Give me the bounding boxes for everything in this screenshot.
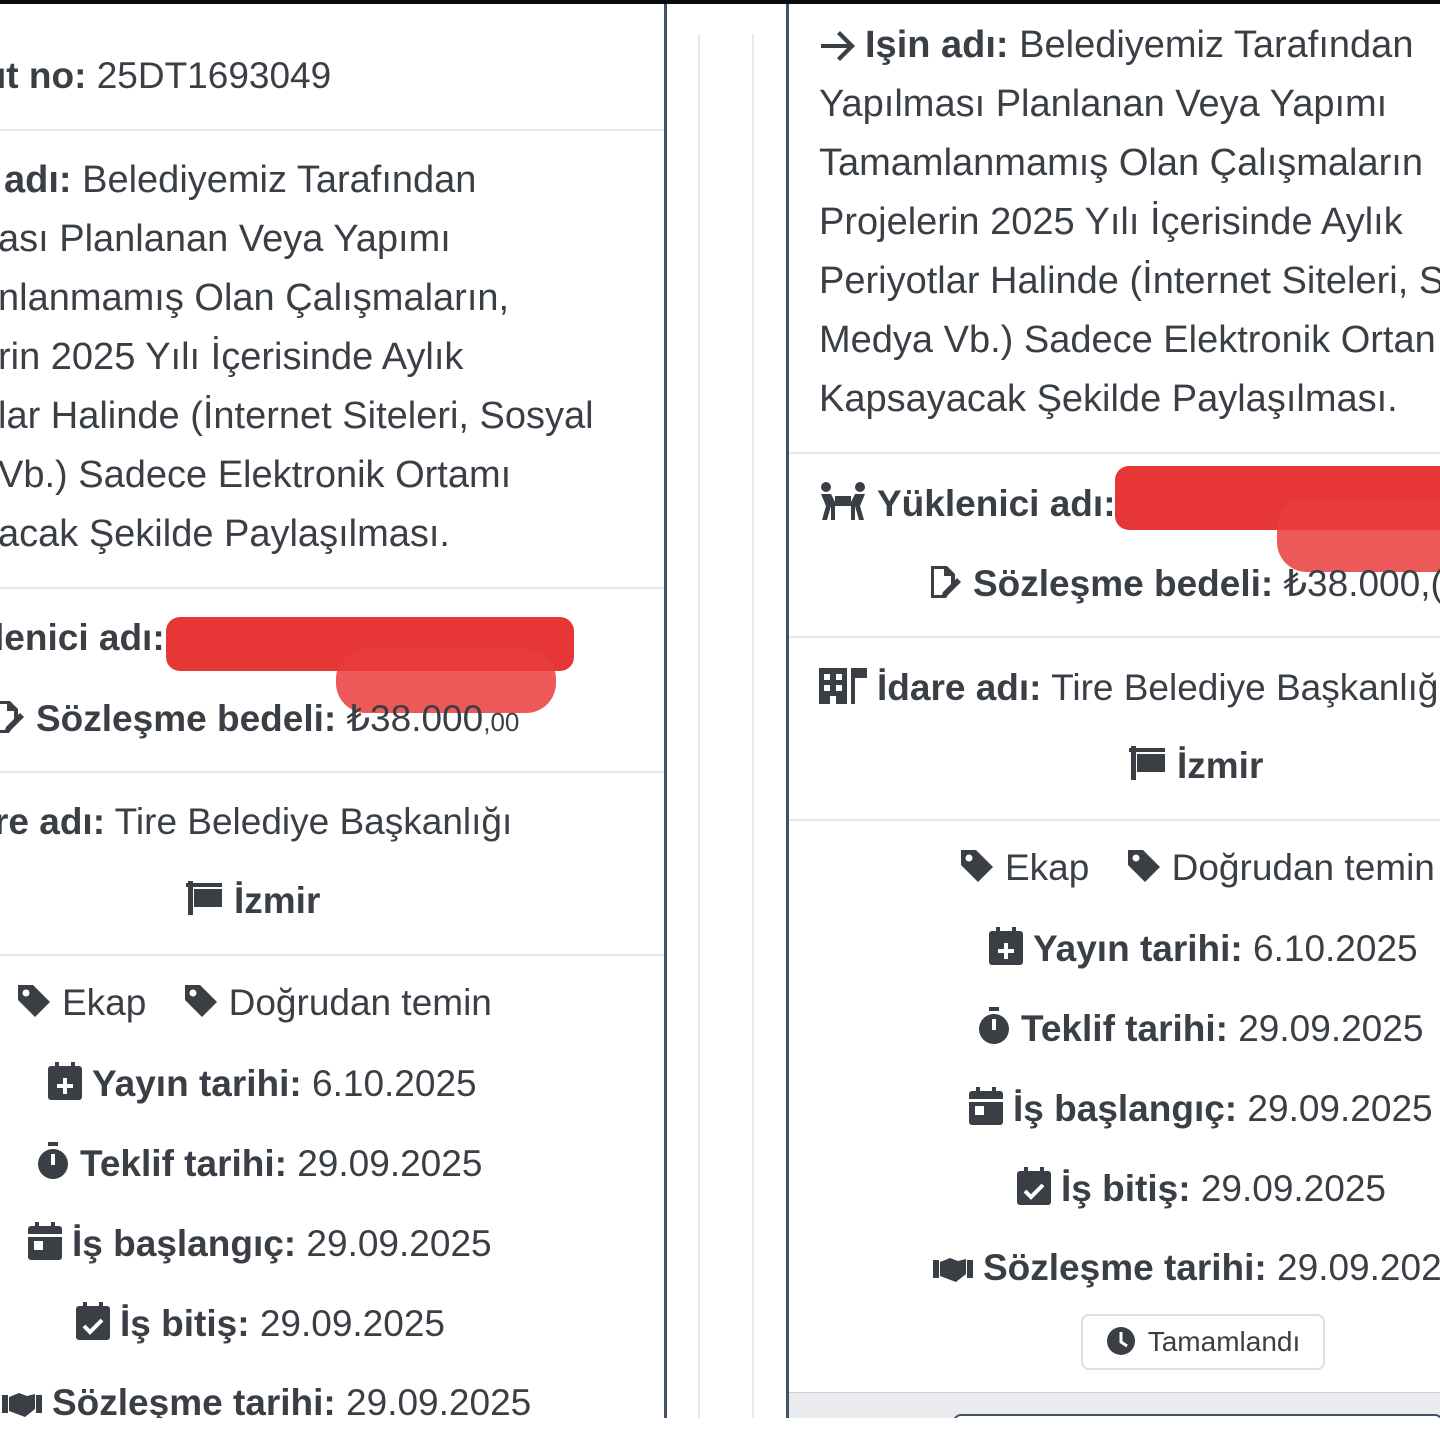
redaction-mark [1277,498,1440,572]
job-name-row: adı: Belediyemiz Tarafından ası Planlana… [0,131,664,589]
contractor-label: lenici adı: [0,617,165,658]
handshake-icon [933,1254,973,1284]
calendar-plus-icon [989,927,1023,965]
publish-date: Yayın tarihi: 6.10.2025 [989,927,1418,970]
city-label: İzmir [1177,745,1264,786]
job-name-label: Işin adı: [865,24,1009,66]
contract-price-decimals: ,00 [483,707,520,737]
bottom-edge [0,1418,1440,1440]
bid-date: Teklif tarihi: 29.09.2025 [977,1007,1423,1050]
job-name-row: Işin adı: Belediyemiz Tarafından Yapılma… [789,4,1440,454]
tag-icon [16,983,52,1019]
authority-label: İdare adı: [877,667,1042,708]
calendar-day-icon [969,1087,1003,1125]
contract-date: Sözleşme tarihi: 29.09.2025 [2,1382,531,1418]
contractor-row: lenici adı: Sözleşme bedeli: ₺38.000,00 [0,589,664,773]
right-tender-card: Işin adı: Belediyemiz Tarafından Yapılma… [786,4,1440,1418]
tag-direct-procurement[interactable]: Doğrudan temin [1126,847,1435,888]
gap-divider [752,34,754,1418]
calendar-check-icon [1017,1167,1051,1205]
handshake-icon [2,1389,42,1418]
clock-icon [1106,1326,1136,1356]
calendar-day-icon [28,1222,62,1260]
details-section: Ekap Doğrudan temin Yayın tarihi: 6.10.2… [0,956,664,1418]
authority-value: Tire Belediye Başkanlığı [114,801,513,842]
start-date: İş başlangıç: 29.09.2025 [969,1087,1433,1130]
authority-value: Tire Belediye Başkanlığ [1051,667,1439,708]
job-name-label: adı: [4,159,72,201]
job-name-text: Işin adı: Belediyemiz Tarafından Yapılma… [819,24,1440,420]
calendar-plus-icon [48,1062,82,1100]
contractor-label: Yüklenici adı: [877,483,1116,524]
contract-price-label: Sözleşme bedeli: [36,698,337,739]
tag-icon [959,848,995,884]
contract-price-value: ₺38.000,( [1283,563,1440,604]
stopwatch-icon [36,1142,70,1180]
contract-price-value: ₺38.000 [346,698,484,739]
job-name-text: adı: Belediyemiz Tarafından ası Planlana… [0,159,594,555]
tag-ekap[interactable]: Ekap [959,847,1089,888]
record-number-row: ıt no: 25DT1693049 [0,4,664,131]
contractor-row: Yüklenici adı: Sözleşme bedeli: ₺38.000,… [789,454,1440,638]
authority-row: re adı: Tire Belediye Başkanlığı İzmir [0,773,664,956]
arrow-right-icon [819,31,855,61]
contract-price-label: Sözleşme bedeli: [973,563,1274,604]
tag-direct-procurement[interactable]: Doğrudan temin [183,982,492,1023]
people-carry-icon [819,482,867,520]
flag-icon [186,879,224,917]
bid-date: Teklif tarihi: 29.09.2025 [36,1142,482,1185]
flag-icon [1129,744,1167,782]
end-date: İş bitiş: 29.09.2025 [76,1302,445,1345]
authority-label: re adı: [0,801,106,842]
authority-row: İdare adı: Tire Belediye Başkanlığ İzmir [789,638,1440,821]
status-completed-button[interactable]: Tamamlandı [1081,1314,1325,1370]
publish-date: Yayın tarihi: 6.10.2025 [48,1062,477,1105]
record-number-label: ıt no: [0,55,87,96]
gap-divider [698,34,700,1418]
building-flag-icon [819,666,867,704]
left-tender-card: ıt no: 25DT1693049 adı: Belediyemiz Tara… [0,4,667,1418]
tag-icon [1126,848,1162,884]
start-date: İş başlangıç: 29.09.2025 [28,1222,492,1265]
contract-date: Sözleşme tarihi: 29.09.202 [933,1247,1440,1289]
end-date: İş bitiş: 29.09.2025 [1017,1167,1386,1210]
tag-icon [183,983,219,1019]
stopwatch-icon [977,1007,1011,1045]
file-signature-icon [929,564,963,600]
city-label: İzmir [234,880,321,921]
tag-ekap[interactable]: Ekap [16,982,146,1023]
record-number-value: 25DT1693049 [96,55,332,96]
calendar-check-icon [76,1302,110,1340]
file-signature-icon [0,699,26,735]
